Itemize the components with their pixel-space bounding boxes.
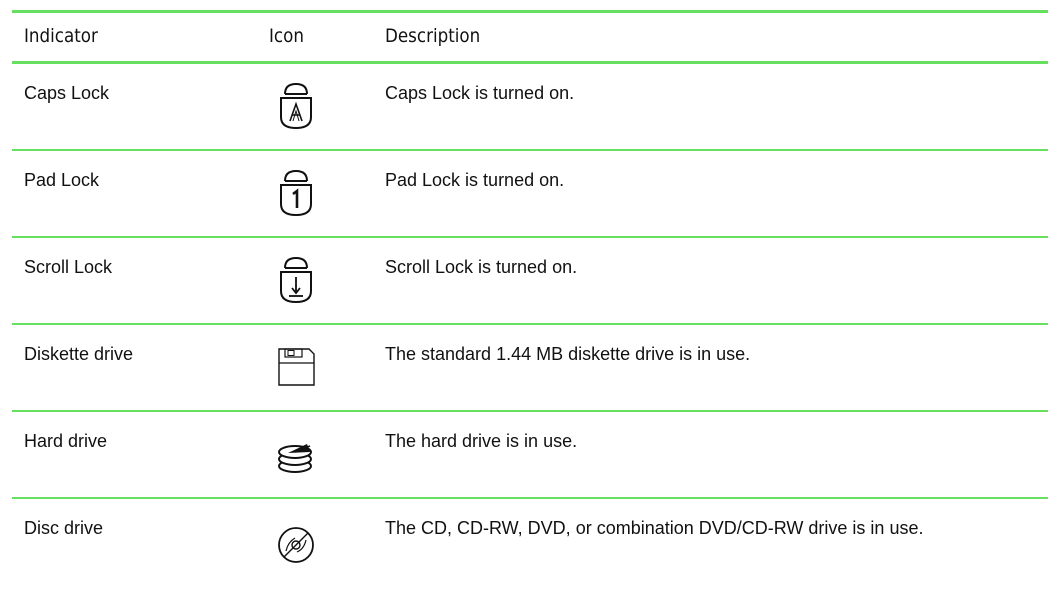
indicator-description: Pad Lock is turned on. — [385, 170, 565, 190]
table-row: Diskette drive The standard 1.44 MB disk… — [12, 325, 1048, 412]
indicator-name: Hard drive — [24, 431, 108, 451]
indicator-table: Indicator Icon Description Caps Lock Cap… — [12, 10, 1048, 586]
scroll-lock-icon — [274, 248, 318, 308]
caps-lock-icon — [274, 74, 318, 134]
indicator-description: The CD, CD-RW, DVD, or combination DVD/C… — [385, 518, 924, 538]
indicator-name: Scroll Lock — [24, 257, 113, 277]
indicator-description: The standard 1.44 MB diskette drive is i… — [385, 344, 751, 364]
indicator-name: Diskette drive — [24, 344, 134, 364]
table-row: Caps Lock Caps Lock is turned on. — [12, 64, 1048, 151]
table-row: Scroll Lock Scroll Lock is turned on. — [12, 238, 1048, 325]
hard-drive-icon — [274, 422, 318, 482]
indicator-description: Scroll Lock is turned on. — [385, 257, 578, 277]
indicator-name: Pad Lock — [24, 170, 100, 190]
diskette-drive-icon — [274, 335, 318, 395]
table-header: Indicator Icon Description — [12, 13, 1048, 64]
indicator-description: Caps Lock is turned on. — [385, 83, 575, 103]
disc-drive-icon — [274, 509, 318, 569]
table-row: Disc drive The CD, CD-RW, DVD, or combin… — [12, 499, 1048, 586]
header-icon: Icon — [269, 25, 304, 47]
pad-lock-icon — [274, 161, 318, 221]
table-row: Pad Lock Pad Lock is turned on. — [12, 151, 1048, 238]
indicator-description: The hard drive is in use. — [385, 431, 578, 451]
header-indicator: Indicator — [24, 25, 98, 47]
indicator-name: Disc drive — [24, 518, 104, 538]
header-description: Description — [385, 25, 481, 47]
table-row: Hard drive The hard drive is in use. — [12, 412, 1048, 499]
indicator-name: Caps Lock — [24, 83, 110, 103]
